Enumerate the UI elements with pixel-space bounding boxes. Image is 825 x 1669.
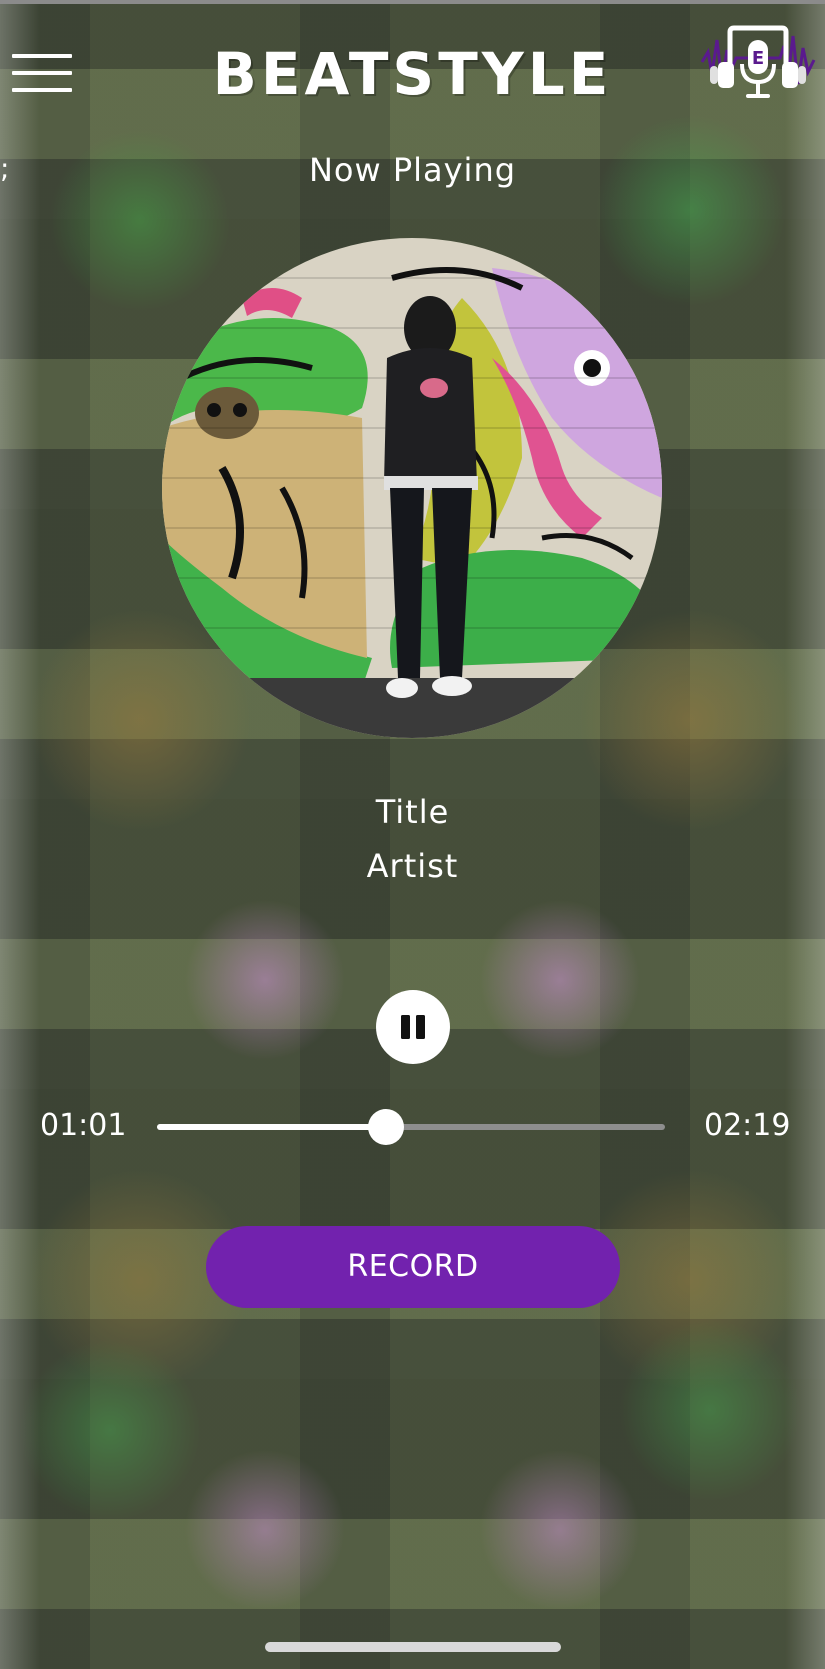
record-button[interactable]: RECORD bbox=[206, 1226, 620, 1308]
microphone-headphones-logo[interactable]: E bbox=[700, 22, 816, 102]
pause-icon bbox=[401, 1015, 425, 1039]
hamburger-menu-icon[interactable] bbox=[12, 52, 72, 94]
track-title: Title bbox=[375, 793, 450, 831]
brand-title: BEATSTYLE bbox=[212, 40, 613, 108]
status-strip bbox=[0, 0, 825, 4]
svg-text:E: E bbox=[752, 48, 764, 69]
pause-button[interactable] bbox=[376, 990, 450, 1064]
now-playing-heading: Now Playing bbox=[308, 151, 517, 189]
seek-slider[interactable] bbox=[157, 1106, 665, 1146]
track-artist: Artist bbox=[366, 847, 459, 885]
home-indicator bbox=[265, 1642, 561, 1652]
seek-thumb[interactable] bbox=[367, 1109, 404, 1145]
total-time: 02:19 bbox=[704, 1108, 791, 1143]
album-cover-image bbox=[162, 238, 662, 738]
elapsed-time: 01:01 bbox=[40, 1108, 127, 1143]
seek-progress bbox=[157, 1124, 386, 1130]
